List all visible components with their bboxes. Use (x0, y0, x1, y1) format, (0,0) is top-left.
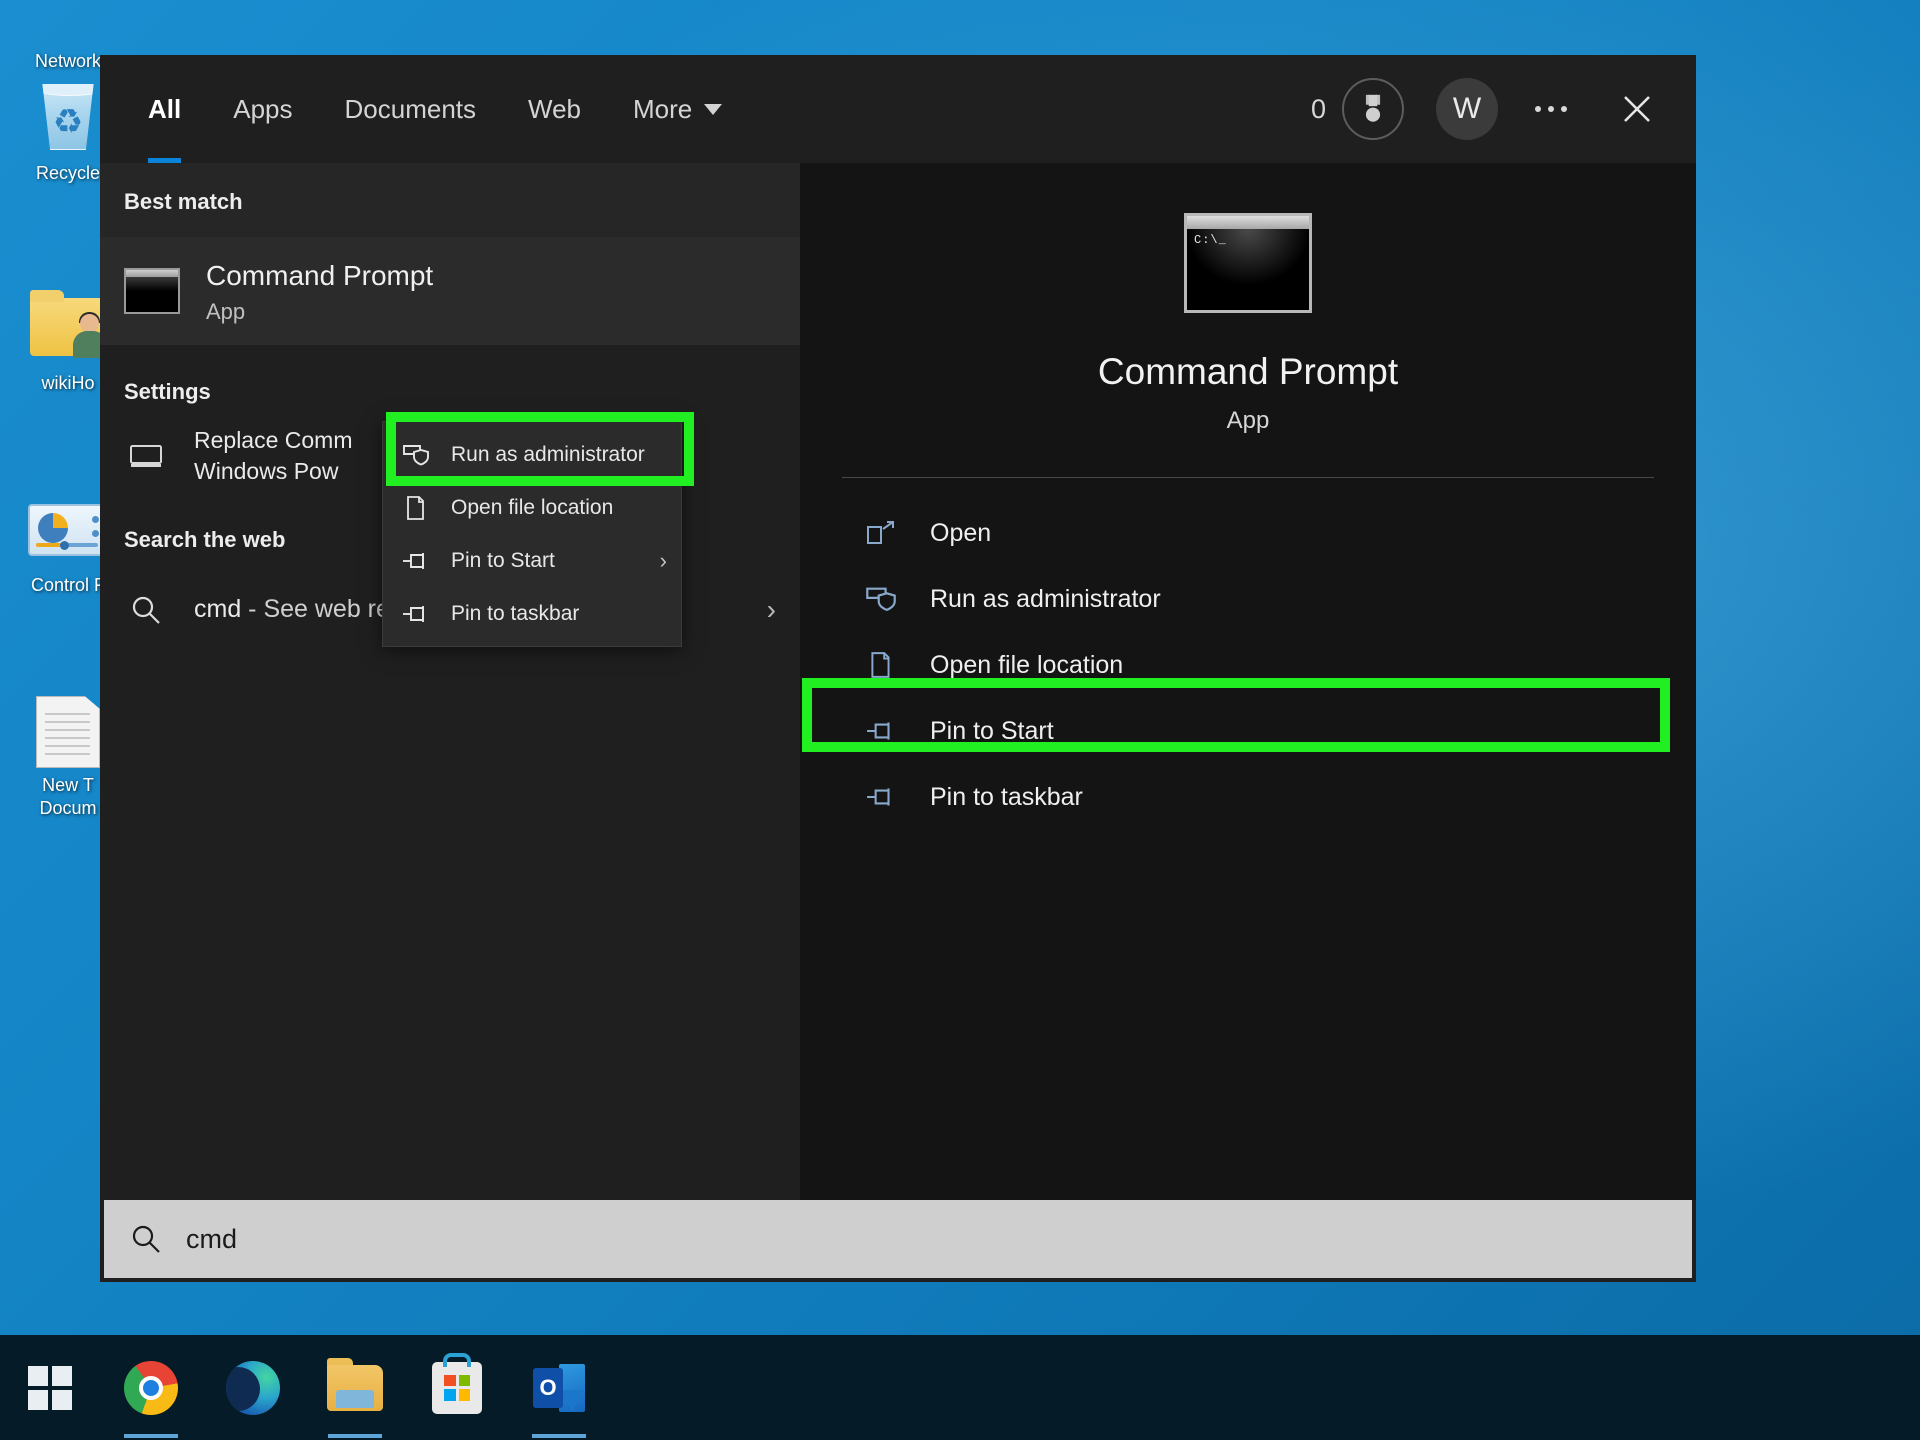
web-search-query: cmd (194, 595, 242, 624)
pin-icon (401, 603, 431, 625)
close-icon[interactable] (1604, 76, 1670, 142)
outlook-icon: O (533, 1363, 585, 1412)
taskbar-item-start[interactable] (0, 1335, 100, 1440)
chrome-icon (124, 1360, 178, 1415)
best-match-title: Command Prompt (206, 259, 434, 291)
search-tabs: All Apps Documents Web More (122, 55, 748, 163)
best-match-result[interactable]: Command Prompt App (100, 237, 800, 345)
best-match-subtitle: App (206, 298, 246, 324)
command-prompt-prompt-text: C:\_ (1194, 233, 1227, 247)
shield-window-icon (401, 443, 431, 467)
taskbar: O (0, 1335, 1920, 1440)
display-icon (124, 443, 168, 469)
preview-pane: C:\_ Command Prompt App Open Run as admi… (800, 163, 1696, 1200)
taskbar-item-outlook[interactable]: O (508, 1335, 610, 1440)
taskbar-item-microsoft-store[interactable] (406, 1335, 508, 1440)
header-actions: 0 W (1311, 76, 1696, 142)
rewards-button[interactable]: 0 (1311, 78, 1404, 140)
action-label: Run as administrator (930, 584, 1161, 613)
folder-open-icon (862, 651, 900, 679)
action-open[interactable]: Open (800, 500, 1696, 566)
edge-icon (226, 1360, 280, 1415)
chevron-right-icon[interactable]: › (767, 594, 776, 626)
context-menu-item-label: Run as administrator (451, 442, 645, 466)
action-pin-to-start[interactable]: Pin to Start (800, 698, 1696, 764)
search-input[interactable]: cmd (104, 1200, 1692, 1278)
ellipsis-icon[interactable] (1518, 76, 1584, 142)
folder-open-icon (401, 495, 431, 521)
taskbar-item-chrome[interactable] (100, 1335, 202, 1440)
section-header-settings: Settings (124, 379, 211, 404)
windows-start-icon (28, 1365, 72, 1410)
tab-label: All (148, 93, 182, 124)
context-menu-item-label: Pin to Start (451, 548, 555, 572)
search-body: Best match Command Prompt App Settings R… (100, 163, 1696, 1200)
search-header: All Apps Documents Web More 0 W (100, 55, 1696, 163)
chevron-down-icon (704, 103, 723, 115)
preview-subtitle: App (1226, 407, 1270, 434)
action-label: Pin to taskbar (930, 782, 1083, 811)
rewards-count: 0 (1310, 93, 1326, 124)
microsoft-store-icon (432, 1352, 482, 1414)
windows-search-flyout: All Apps Documents Web More 0 W Best mat… (100, 55, 1696, 1282)
network-icon (8, 0, 128, 44)
submenu-chevron-icon[interactable]: › (660, 548, 667, 574)
tab-label: More (633, 93, 693, 124)
search-icon (124, 594, 168, 626)
pin-icon (401, 550, 431, 572)
settings-item-line2: Windows Pow (194, 458, 339, 485)
pin-icon (862, 719, 900, 743)
action-run-as-administrator[interactable]: Run as administrator (800, 566, 1696, 632)
tab-all[interactable]: All (122, 55, 207, 163)
action-label: Pin to Start (930, 716, 1054, 745)
action-open-file-location[interactable]: Open file location (800, 632, 1696, 698)
context-menu-item-pin-to-start[interactable]: Pin to Start › (383, 534, 681, 587)
preview-actions-list: Open Run as administrator Open file loca… (800, 500, 1696, 830)
results-column: Best match Command Prompt App Settings R… (100, 163, 800, 1200)
file-explorer-icon (327, 1357, 383, 1411)
taskbar-item-file-explorer[interactable] (304, 1335, 406, 1440)
tab-label: Documents (344, 93, 477, 124)
taskbar-item-edge[interactable] (202, 1335, 304, 1440)
tab-apps[interactable]: Apps (207, 55, 318, 163)
open-window-icon (862, 520, 900, 546)
context-menu-item-run-as-administrator[interactable]: Run as administrator (383, 428, 681, 481)
settings-item-line1: Replace Comm (194, 427, 353, 453)
avatar-initial: W (1452, 92, 1482, 125)
avatar[interactable]: W (1436, 78, 1498, 140)
pin-icon (862, 785, 900, 809)
command-prompt-icon (124, 268, 180, 314)
shield-window-icon (862, 585, 900, 613)
tab-web[interactable]: Web (502, 55, 607, 163)
action-label: Open file location (930, 650, 1124, 679)
section-header-best-match: Best match (100, 163, 800, 237)
preview-title: Command Prompt (1097, 351, 1399, 392)
tab-more[interactable]: More (607, 55, 748, 163)
action-label: Open (930, 518, 992, 547)
tab-label: Web (528, 93, 581, 124)
medal-icon (1342, 78, 1404, 140)
context-menu-item-label: Open file location (451, 495, 614, 519)
context-menu: Run as administrator Open file location (382, 421, 682, 647)
command-prompt-icon: C:\_ (1184, 213, 1312, 313)
divider (842, 477, 1654, 478)
search-icon (130, 1223, 162, 1255)
tab-documents[interactable]: Documents (319, 55, 503, 163)
action-pin-to-taskbar[interactable]: Pin to taskbar (800, 764, 1696, 830)
context-menu-item-open-file-location[interactable]: Open file location (383, 481, 681, 534)
context-menu-item-pin-to-taskbar[interactable]: Pin to taskbar (383, 587, 681, 640)
search-input-value: cmd (186, 1223, 238, 1254)
context-menu-item-label: Pin to taskbar (451, 601, 580, 625)
tab-label: Apps (233, 93, 293, 124)
